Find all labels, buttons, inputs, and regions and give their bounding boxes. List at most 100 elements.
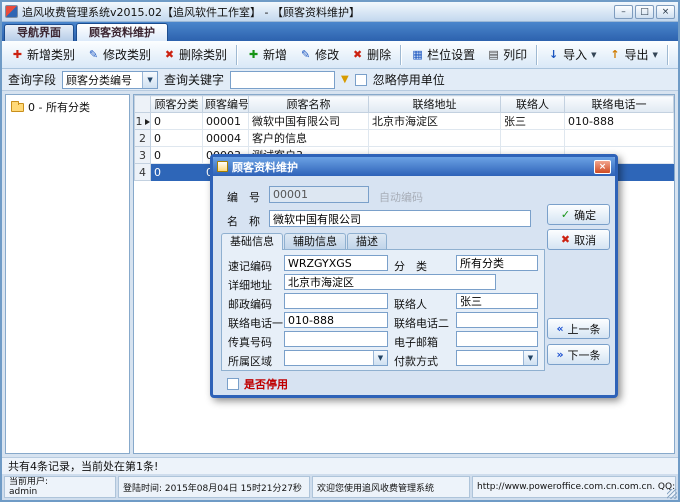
cell[interactable]: 00001: [203, 113, 249, 130]
toolbar-button-add[interactable]: ✚ 新增: [241, 42, 293, 67]
toolbar-button-modify-category[interactable]: ✎ 修改类别: [81, 42, 157, 67]
col-header-contact[interactable]: 联络人: [501, 96, 565, 113]
contact-label: 联络人: [394, 296, 427, 312]
email-field[interactable]: [456, 331, 538, 347]
query-field-combo[interactable]: 顾客分类编号 ▼: [62, 71, 158, 89]
toolbar-button-import[interactable]: ↓ 导入 ▼: [541, 42, 602, 67]
footer-status-bar: 当前用户: admin 登陆时间: 2015年08月04日 15时21分27秒 …: [2, 474, 678, 500]
modify-category-icon: ✎: [87, 48, 100, 61]
row-number: 1: [135, 113, 151, 130]
toolbar: ✚ 新增类别 ✎ 修改类别 ✖ 删除类别 ✚ 新增 ✎ 修改 ✖ 删除 ▦ 栏位…: [2, 41, 678, 69]
tab-basic-info[interactable]: 基础信息: [221, 233, 283, 250]
contact-field[interactable]: [456, 293, 538, 309]
toolbar-button-label: 修改类别: [103, 46, 151, 63]
cell[interactable]: 0: [151, 113, 203, 130]
cell[interactable]: 微软中国有限公司: [249, 113, 369, 130]
fax-label: 传真号码: [228, 334, 272, 350]
payment-combo[interactable]: ▼: [456, 350, 538, 366]
toolbar-button-delete-category[interactable]: ✖ 删除类别: [157, 42, 233, 67]
query-keyword-label: 查询关键字: [164, 71, 224, 88]
footer-login-time: 登陆时间: 2015年08月04日 15时21分27秒: [118, 476, 310, 498]
toolbar-button-label: 列印: [503, 46, 527, 63]
id-field: [269, 186, 369, 203]
tab-customer-maintenance[interactable]: 顾客资料维护: [76, 23, 168, 41]
col-header-address[interactable]: 联络地址: [369, 96, 501, 113]
toolbar-button-exit[interactable]: → 退出: [672, 42, 680, 67]
cell[interactable]: 张三: [501, 113, 565, 130]
toolbar-button-column-settings[interactable]: ▦ 栏位设置: [405, 42, 481, 67]
query-keyword-input[interactable]: [230, 71, 335, 89]
chevron-down-icon[interactable]: ▼: [373, 351, 387, 365]
basic-info-panel: 速记编码 分 类 详细地址 邮政编码 联络人 联络电话一 联络电话二 传真号码 …: [221, 249, 545, 371]
cell[interactable]: [369, 130, 501, 147]
tab-description[interactable]: 描述: [347, 233, 387, 250]
check-icon: ✓: [561, 208, 570, 221]
zip-label: 邮政编码: [228, 296, 272, 312]
chevron-down-icon[interactable]: ▼: [523, 351, 537, 365]
chevron-down-icon: ▼: [591, 51, 596, 59]
toolbar-button-export[interactable]: ↑ 导出 ▼: [603, 42, 664, 67]
phone2-field[interactable]: [456, 312, 538, 328]
row-number: 4: [135, 164, 151, 181]
toolbar-button-delete[interactable]: ✖ 删除: [345, 42, 397, 67]
id-label: 编 号: [227, 189, 260, 205]
delete-category-icon: ✖: [163, 48, 176, 61]
tab-navigation[interactable]: 导航界面: [4, 24, 74, 41]
disable-checkbox[interactable]: [227, 378, 239, 390]
address-label: 详细地址: [228, 277, 272, 293]
minimize-button[interactable]: –: [614, 5, 633, 19]
name-field[interactable]: [269, 210, 531, 227]
cell[interactable]: 客户的信息: [249, 130, 369, 147]
region-combo[interactable]: ▼: [284, 350, 388, 366]
cell[interactable]: 0: [151, 130, 203, 147]
cell[interactable]: [565, 130, 674, 147]
cell[interactable]: 0: [151, 147, 203, 164]
cell[interactable]: 00004: [203, 130, 249, 147]
fax-field[interactable]: [284, 331, 388, 347]
close-button[interactable]: ×: [656, 5, 675, 19]
address-field[interactable]: [284, 274, 496, 290]
cell[interactable]: [501, 130, 565, 147]
phone1-field[interactable]: [284, 312, 388, 328]
current-record-marker-icon: [145, 119, 150, 125]
col-header-customer-name[interactable]: 顾客名称: [249, 96, 369, 113]
toolbar-button-add-category[interactable]: ✚ 新增类别: [5, 42, 81, 67]
double-left-arrow-icon: «: [556, 322, 563, 335]
resize-grip[interactable]: [667, 489, 677, 499]
previous-button-label: 上一条: [568, 321, 601, 337]
category-tree-panel: 0 - 所有分类: [5, 94, 130, 454]
col-header-category[interactable]: 顾客分类: [151, 96, 203, 113]
disable-row: 是否停用: [227, 376, 288, 392]
nav-tabstrip: 导航界面 顾客资料维护: [2, 22, 678, 41]
ignore-disabled-checkbox[interactable]: [355, 74, 367, 86]
payment-label: 付款方式: [394, 353, 438, 369]
ok-button[interactable]: ✓ 确定: [547, 204, 610, 225]
cell[interactable]: 0: [151, 164, 203, 181]
table-row[interactable]: 1 0 00001 微软中国有限公司 北京市海淀区 张三 010-888: [135, 113, 674, 130]
tab-auxiliary-info[interactable]: 辅助信息: [284, 233, 346, 250]
toolbar-button-label: 栏位设置: [427, 46, 475, 63]
cell[interactable]: 010-888: [565, 113, 674, 130]
toolbar-button-modify[interactable]: ✎ 修改: [293, 42, 345, 67]
zip-field[interactable]: [284, 293, 388, 309]
modify-icon: ✎: [299, 48, 312, 61]
shorthand-field[interactable]: [284, 255, 388, 271]
tree-node-all-categories[interactable]: 0 - 所有分类: [6, 95, 129, 115]
col-header-phone1[interactable]: 联络电话一: [565, 96, 674, 113]
dialog-close-button[interactable]: ×: [594, 160, 611, 174]
previous-record-button[interactable]: « 上一条: [547, 318, 610, 339]
cell[interactable]: 北京市海淀区: [369, 113, 501, 130]
chevron-down-icon[interactable]: ▼: [142, 72, 157, 88]
cancel-button[interactable]: ✖ 取消: [547, 229, 610, 250]
row-number-header: [135, 96, 151, 113]
table-row[interactable]: 2 0 00004 客户的信息: [135, 130, 674, 147]
table-header-row: 顾客分类 顾客编号 顾客名称 联络地址 联络人 联络电话一: [135, 96, 674, 113]
add-category-icon: ✚: [11, 48, 24, 61]
maximize-button[interactable]: □: [635, 5, 654, 19]
toolbar-button-print[interactable]: ▤ 列印: [481, 42, 533, 67]
category-field[interactable]: [456, 255, 538, 271]
app-window: 追风收费管理系统v2015.02【追风软件工作室】 - 【顾客资料维护】 – □…: [0, 0, 680, 502]
col-header-customer-id[interactable]: 顾客编号: [203, 96, 249, 113]
toolbar-separator: [400, 45, 402, 65]
next-record-button[interactable]: » 下一条: [547, 344, 610, 365]
